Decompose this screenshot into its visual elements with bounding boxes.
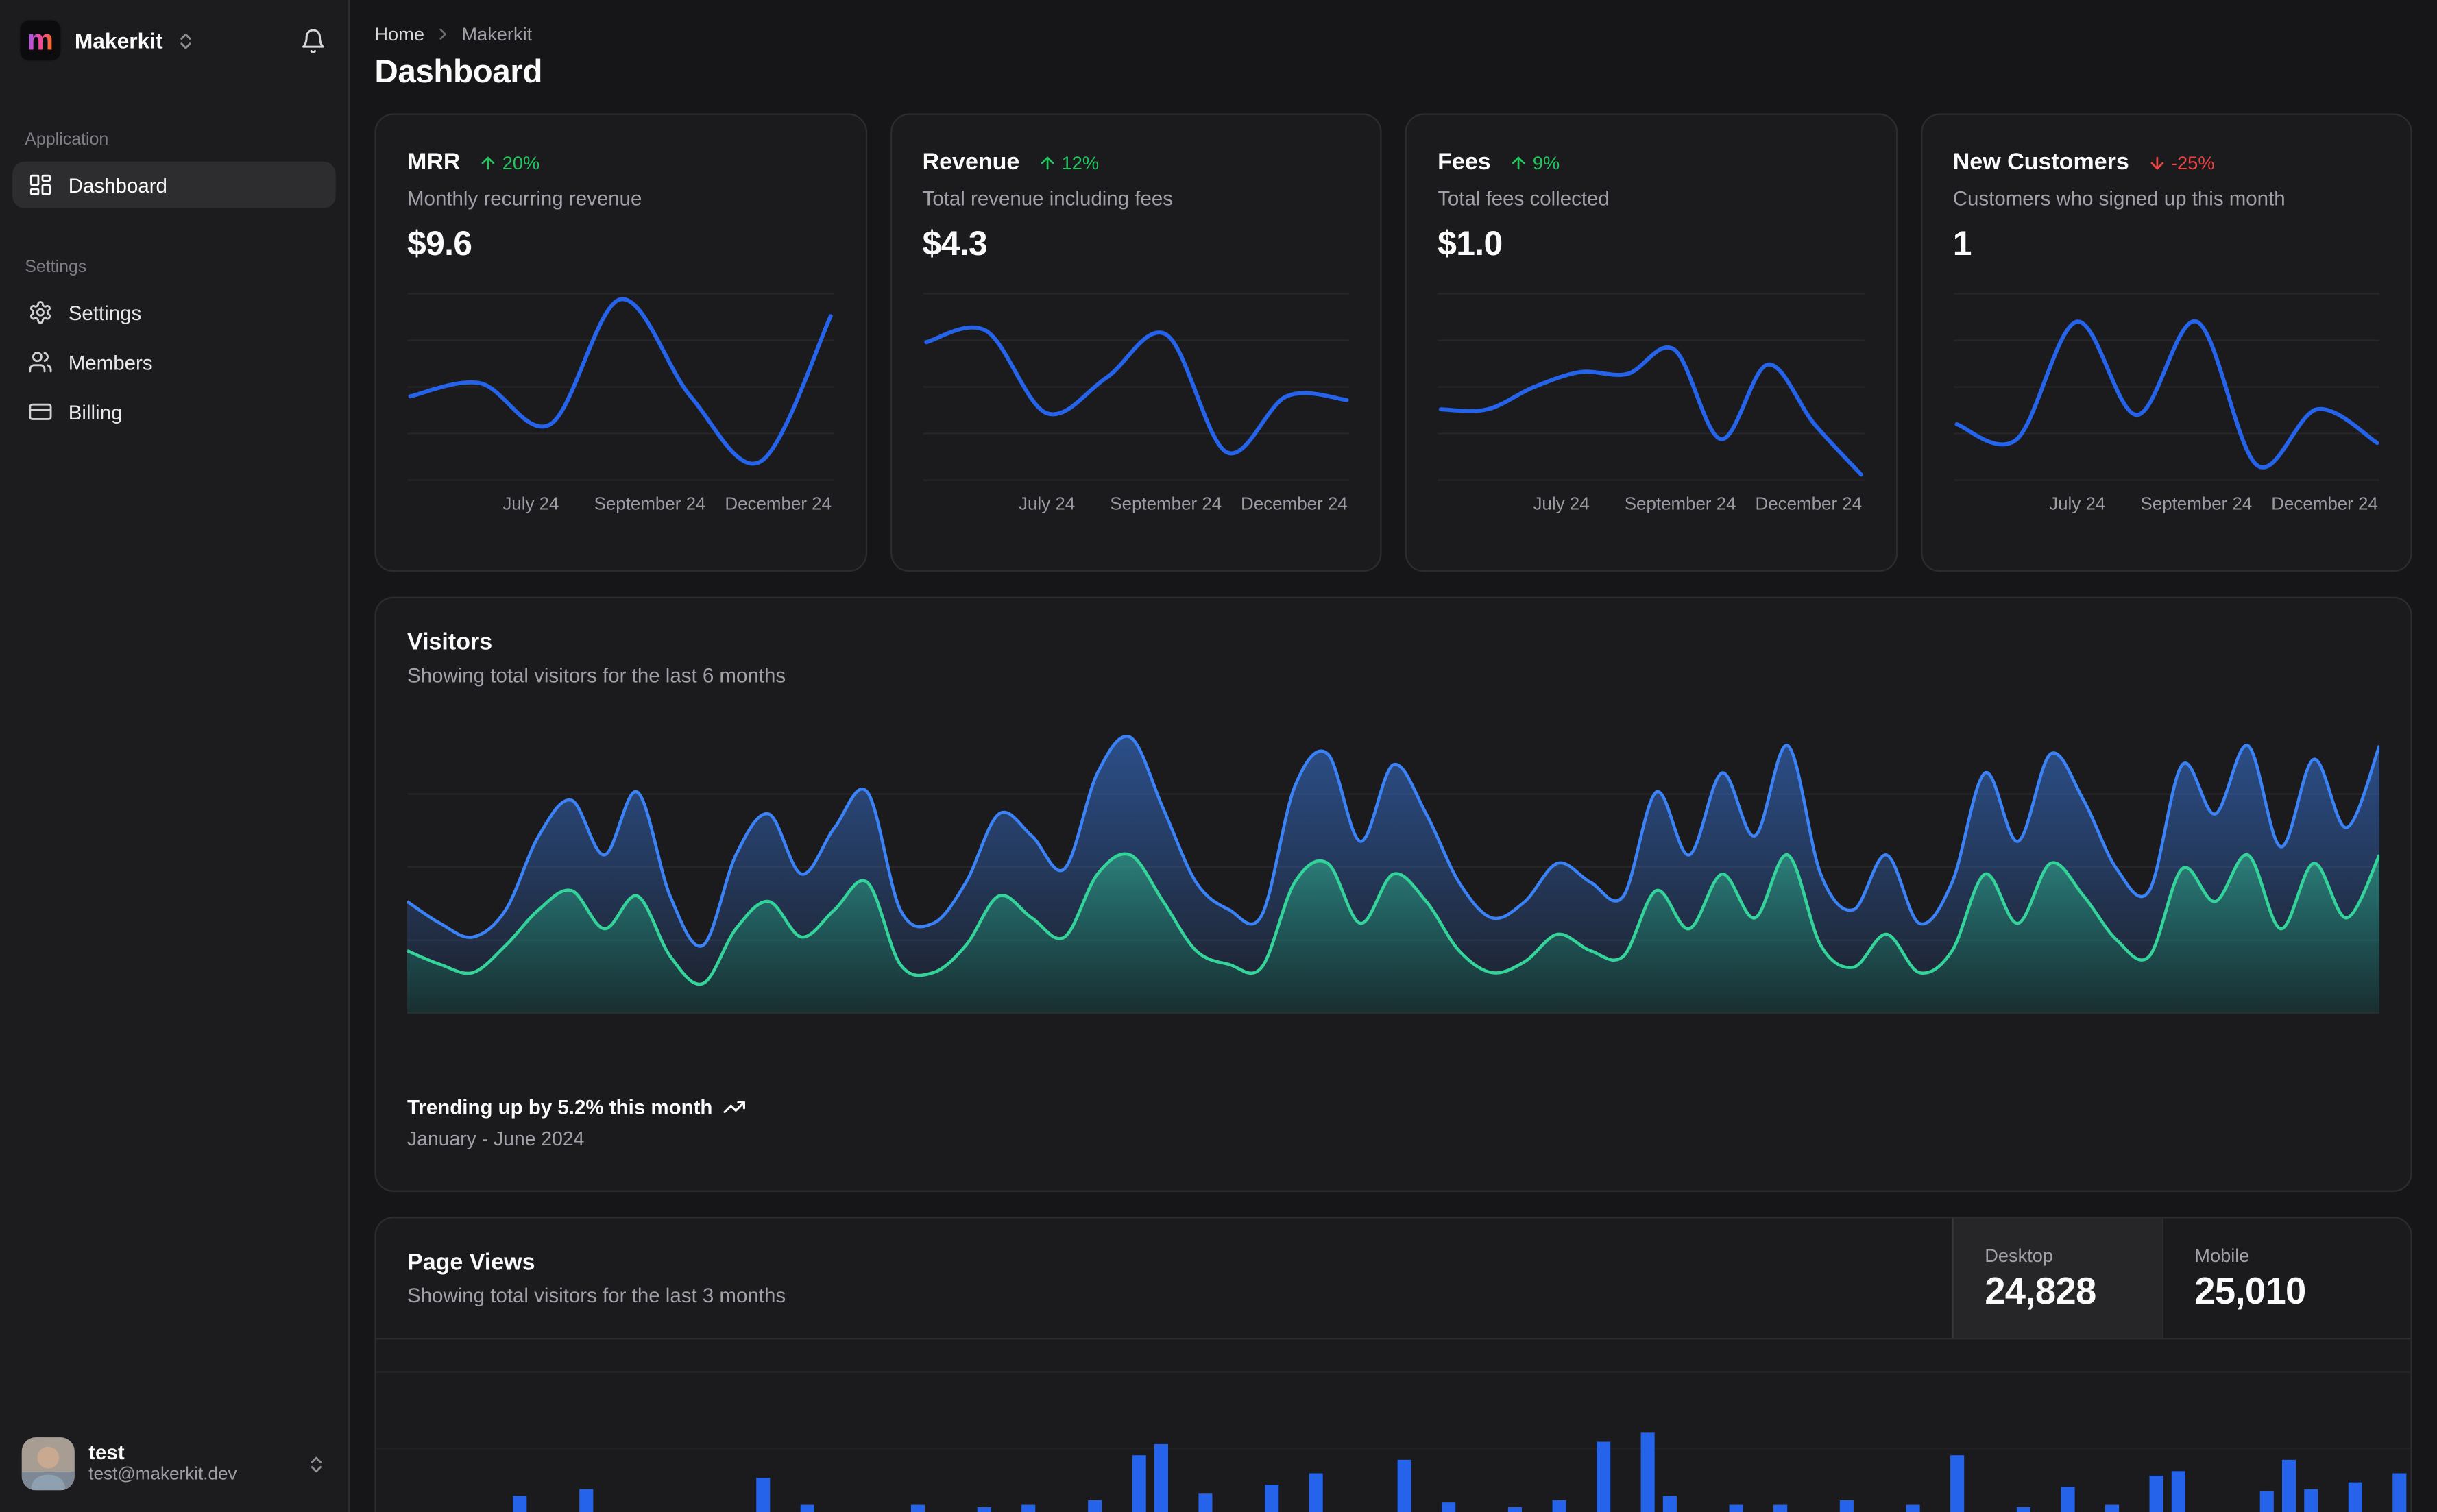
trending-up-icon <box>723 1095 747 1119</box>
gear-icon <box>28 300 53 325</box>
visitors-area-chart <box>407 735 2380 1014</box>
svg-text:July 24: July 24 <box>2048 493 2105 514</box>
desktop-label: Desktop <box>1985 1245 2054 1267</box>
notifications-button[interactable] <box>297 24 330 57</box>
mobile-label: Mobile <box>2194 1245 2250 1267</box>
makerkit-logo: m <box>19 19 62 62</box>
sidebar-header: m Makerkit <box>12 19 336 62</box>
visitors-title: Visitors <box>407 629 493 656</box>
stat-subtitle: Customers who signed up this month <box>1952 186 2286 210</box>
mobile-value: 25,010 <box>2194 1271 2306 1313</box>
arrow-up-icon <box>479 153 498 171</box>
sidebar-item-label: Billing <box>68 400 123 424</box>
fees-sparkline-chart: July 24 September 24 December 24 <box>1438 293 1865 514</box>
revenue-sparkline-chart: July 24 September 24 December 24 <box>922 293 1349 514</box>
visitors-trend-text: Trending up by 5.2% this month <box>407 1095 713 1119</box>
sidebar-item-billing[interactable]: Billing <box>12 389 336 435</box>
arrow-up-icon <box>1039 153 1057 171</box>
workspace-selector[interactable]: m Makerkit <box>19 19 297 62</box>
stat-subtitle: Total fees collected <box>1438 186 1610 210</box>
stat-card-mrr: MRR 20% Monthly recurring revenue $9.6 J… <box>374 113 866 572</box>
stat-value: $1.0 <box>1438 223 1503 263</box>
new-customers-sparkline-chart: July 24 September 24 December 24 <box>1952 293 2380 514</box>
page-views-subtitle: Showing total visitors for the last 3 mo… <box>407 1283 786 1307</box>
breadcrumb: Home Makerkit <box>374 23 2412 45</box>
arrow-down-icon <box>2148 153 2166 171</box>
breadcrumb-home-link[interactable]: Home <box>374 23 424 45</box>
trend-value: 20% <box>502 151 540 173</box>
stat-value: $4.3 <box>922 223 988 263</box>
svg-text:September 24: September 24 <box>1625 493 1736 514</box>
page-views-bar-chart <box>376 1371 2411 1512</box>
stat-title: Revenue <box>922 149 1020 176</box>
desktop-value: 24,828 <box>1985 1271 2096 1313</box>
user-email: test@makerkit.dev <box>88 1465 237 1485</box>
credit-card-icon <box>28 400 53 424</box>
chevron-right-icon <box>434 25 452 43</box>
trend-badge: -25% <box>2148 151 2215 173</box>
chevrons-up-down-icon <box>306 1454 326 1474</box>
svg-text:July 24: July 24 <box>1533 493 1589 514</box>
page-views-header: Page Views Showing total visitors for th… <box>376 1218 2411 1340</box>
app-root: m Makerkit Application Dashboard Setting… <box>0 0 2437 1512</box>
dashboard-grid-icon <box>28 173 53 197</box>
user-menu[interactable]: test test@makerkit.dev <box>12 1431 336 1496</box>
workspace-name: Makerkit <box>74 27 163 53</box>
stat-subtitle: Monthly recurring revenue <box>407 186 642 210</box>
stat-cards-row: MRR 20% Monthly recurring revenue $9.6 J… <box>374 113 2412 572</box>
user-avatar <box>21 1437 75 1491</box>
trend-value: 12% <box>1061 151 1100 173</box>
toggle-mobile[interactable]: Mobile 25,010 <box>2161 1218 2411 1339</box>
trend-badge: 20% <box>479 151 539 173</box>
sidebar-item-dashboard[interactable]: Dashboard <box>12 161 336 208</box>
breadcrumb-current: Makerkit <box>461 23 533 45</box>
trend-badge: 9% <box>1510 151 1560 173</box>
svg-text:July 24: July 24 <box>502 493 559 514</box>
visitors-panel: Visitors Showing total visitors for the … <box>374 596 2412 1192</box>
section-label-application: Application <box>25 130 109 149</box>
stat-title: Fees <box>1438 149 1491 176</box>
stat-card-new-customers: New Customers -25% Customers who signed … <box>1920 113 2412 572</box>
sidebar-item-members[interactable]: Members <box>12 339 336 385</box>
svg-text:December 24: December 24 <box>1756 493 1863 514</box>
logo-letter: m <box>27 24 54 57</box>
stat-value: $9.6 <box>407 223 472 263</box>
arrow-up-icon <box>1510 153 1528 171</box>
svg-text:September 24: September 24 <box>2139 493 2251 514</box>
page-title: Dashboard <box>374 54 543 90</box>
user-info: test test@makerkit.dev <box>88 1440 292 1487</box>
svg-text:September 24: September 24 <box>594 493 706 514</box>
bell-icon <box>300 27 327 54</box>
sidebar-item-label: Dashboard <box>68 173 167 197</box>
stat-card-fees: Fees 9% Total fees collected $1.0 July 2… <box>1405 113 1898 572</box>
stat-subtitle: Total revenue including fees <box>922 186 1173 210</box>
section-label-settings: Settings <box>25 258 87 277</box>
main-content: Home Makerkit Dashboard MRR 20% Monthly … <box>350 0 2437 1512</box>
mrr-sparkline-chart: July 24 September 24 December 24 <box>407 293 834 514</box>
visitors-subtitle: Showing total visitors for the last 6 mo… <box>407 663 786 687</box>
svg-text:December 24: December 24 <box>1240 493 1347 514</box>
toggle-desktop[interactable]: Desktop 24,828 <box>1952 1218 2162 1339</box>
user-name: test <box>88 1440 125 1464</box>
visitors-date-range: January - June 2024 <box>407 1127 585 1150</box>
sidebar: m Makerkit Application Dashboard Setting… <box>0 0 350 1512</box>
svg-text:July 24: July 24 <box>1018 493 1074 514</box>
trend-value: -25% <box>2170 151 2215 173</box>
stat-value: 1 <box>1952 223 1972 263</box>
sidebar-item-label: Settings <box>68 300 142 324</box>
trend-value: 9% <box>1532 151 1560 173</box>
svg-text:December 24: December 24 <box>725 493 832 514</box>
svg-text:September 24: September 24 <box>1109 493 1221 514</box>
trend-badge: 12% <box>1039 151 1099 173</box>
svg-text:December 24: December 24 <box>2270 493 2377 514</box>
stat-card-revenue: Revenue 12% Total revenue including fees… <box>889 113 1382 572</box>
users-icon <box>28 350 53 374</box>
sidebar-item-settings[interactable]: Settings <box>12 289 336 336</box>
stat-title: New Customers <box>1952 149 2129 176</box>
sidebar-item-label: Members <box>68 350 153 374</box>
chevrons-up-down-icon <box>175 30 195 50</box>
stat-title: MRR <box>407 149 461 176</box>
page-views-panel: Page Views Showing total visitors for th… <box>374 1217 2412 1512</box>
page-views-title: Page Views <box>407 1249 535 1276</box>
